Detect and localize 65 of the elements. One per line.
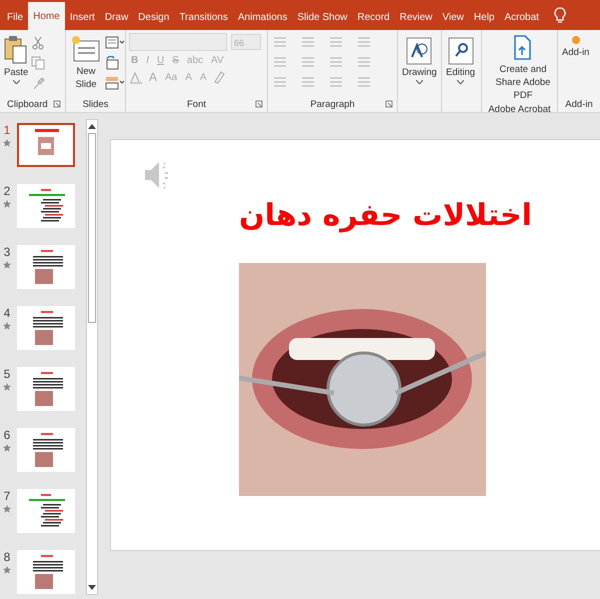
new-slide-icon[interactable] bbox=[71, 35, 101, 63]
slide-thumbnail[interactable] bbox=[17, 428, 75, 472]
group-label: Slides bbox=[82, 98, 108, 110]
scrollbar[interactable] bbox=[86, 119, 98, 595]
slide-thumbnail[interactable] bbox=[17, 184, 75, 228]
add-in-icon[interactable] bbox=[570, 35, 581, 45]
slide-number: 6 bbox=[4, 428, 10, 442]
ribbon-tab[interactable]: Draw bbox=[100, 4, 134, 30]
highlighter-icon[interactable] bbox=[129, 70, 143, 84]
ribbon-tab[interactable]: Transitions bbox=[174, 4, 233, 30]
slide-number: 7 bbox=[4, 489, 10, 503]
ribbon-tab[interactable]: Slide Show bbox=[292, 4, 352, 30]
add-ins-button[interactable]: Add-in bbox=[561, 33, 590, 60]
shapes-icon[interactable] bbox=[406, 37, 432, 65]
slide-number: 4 bbox=[4, 306, 10, 320]
create-pdf-button[interactable]: Create and Share Adobe PDF bbox=[485, 33, 561, 104]
slide-number: 1 bbox=[4, 123, 10, 137]
slide-number: 8 bbox=[4, 550, 10, 564]
ribbon-tab[interactable]: File bbox=[2, 4, 28, 30]
lightbulb-icon[interactable] bbox=[554, 7, 566, 23]
clear-format-icon[interactable] bbox=[212, 70, 225, 84]
ribbon-tab[interactable]: View bbox=[437, 4, 469, 30]
layout-icon[interactable] bbox=[105, 36, 125, 50]
ribbon-tab[interactable]: Animations bbox=[232, 4, 292, 30]
caret-icon[interactable] bbox=[416, 80, 423, 84]
brush-icon[interactable] bbox=[31, 76, 46, 90]
group-label: Clipboard bbox=[7, 98, 48, 110]
editing-button[interactable]: Editing bbox=[445, 33, 476, 86]
ribbon-tab[interactable]: Insert bbox=[64, 4, 100, 30]
ribbon-tab[interactable]: Help bbox=[468, 4, 500, 30]
slide-thumbnail[interactable] bbox=[17, 550, 75, 594]
slide-thumbnail[interactable] bbox=[17, 367, 75, 411]
paste-button[interactable]: Paste bbox=[3, 33, 30, 86]
caret-icon[interactable] bbox=[457, 80, 464, 84]
slide-thumbnail[interactable] bbox=[17, 489, 75, 533]
ribbon-tab[interactable]: Design bbox=[133, 4, 174, 30]
slide-thumbnail[interactable] bbox=[17, 306, 75, 350]
ribbon-tab[interactable]: Record bbox=[352, 4, 395, 30]
slide-number: 3 bbox=[4, 245, 10, 259]
group-label: Add-in bbox=[565, 98, 593, 110]
new-slide-button[interactable]: New Slide bbox=[69, 33, 103, 93]
ribbon-tab[interactable]: Acrobat bbox=[499, 4, 544, 30]
scroll-thumb[interactable] bbox=[88, 133, 96, 323]
ribbon-tab[interactable]: Review bbox=[394, 4, 438, 30]
slide-title: اختلالات حفره دهان bbox=[239, 198, 532, 233]
slide-thumbnail[interactable] bbox=[17, 245, 75, 289]
section-icon[interactable] bbox=[105, 76, 125, 90]
group-label: Font bbox=[186, 98, 206, 110]
group-label: Adobe Acrobat bbox=[488, 104, 551, 115]
slide-number: 5 bbox=[4, 367, 10, 381]
slide-thumbnail[interactable] bbox=[17, 123, 75, 167]
ribbon-tab[interactable]: Home bbox=[28, 2, 65, 30]
reset-icon[interactable] bbox=[105, 56, 119, 70]
search-icon[interactable] bbox=[448, 37, 474, 65]
caret-icon[interactable] bbox=[12, 80, 20, 84]
scroll-down-icon[interactable] bbox=[88, 585, 96, 591]
pdf-share-icon[interactable] bbox=[513, 35, 533, 61]
dialog-launcher-icon[interactable] bbox=[53, 100, 61, 108]
group-label: Paragraph bbox=[310, 98, 355, 110]
copy-icon[interactable] bbox=[31, 56, 46, 70]
scissors-icon[interactable] bbox=[31, 36, 46, 50]
scroll-up-icon[interactable] bbox=[88, 123, 96, 129]
drawing-button[interactable]: Drawing bbox=[401, 33, 438, 86]
clipboard-icon[interactable] bbox=[4, 35, 28, 65]
slide-number: 2 bbox=[4, 184, 10, 198]
